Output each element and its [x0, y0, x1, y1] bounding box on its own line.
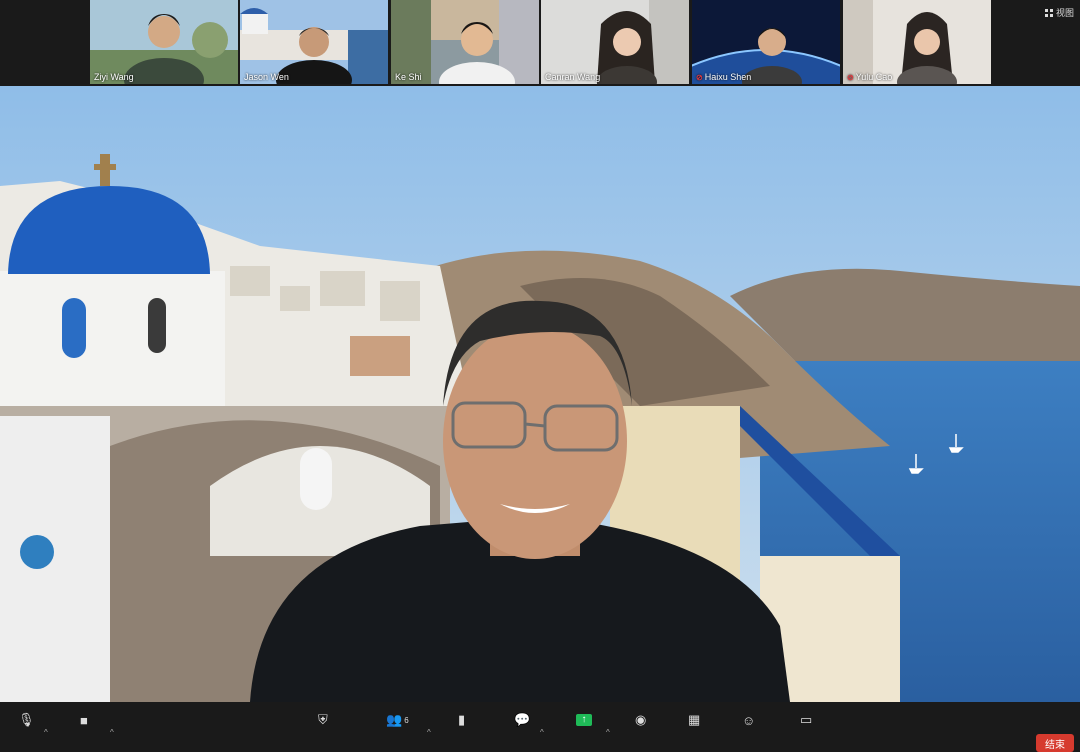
record-button[interactable]: ◉	[635, 712, 646, 742]
participant-name: Ziyi Wang	[94, 72, 134, 82]
participants-icon: 👥 6	[386, 712, 409, 727]
participant-tile[interactable]: Ziyi Wang	[90, 0, 238, 84]
participant-name: ⊘ Haixu Shen	[696, 72, 752, 82]
share-screen-icon: ↑	[576, 714, 592, 726]
chat-options-caret[interactable]: ^	[540, 728, 544, 737]
video-button[interactable]: ■	[80, 712, 88, 742]
end-meeting-button[interactable]: 结束	[1036, 734, 1074, 752]
reaction-icon: ☺	[742, 712, 756, 728]
reactions-button[interactable]: ☺	[742, 712, 755, 742]
participant-tile[interactable]: Canran Wang	[541, 0, 689, 84]
participant-tile[interactable]: Jason Wen	[240, 0, 388, 84]
breakout-rooms-button[interactable]: ▦	[688, 712, 700, 742]
polls-button[interactable]: ▮	[458, 712, 465, 742]
participants-button[interactable]: 👥 6	[386, 712, 409, 742]
mute-button[interactable]: 🎙	[18, 712, 35, 742]
shield-icon: ⛨	[318, 712, 328, 727]
mic-muted-icon: ⊘	[847, 72, 854, 82]
participant-tile[interactable]: Ke Shi	[391, 0, 539, 84]
monitor-icon: ▭	[800, 712, 813, 727]
chat-bubble-icon: 💬	[514, 712, 531, 727]
meeting-toolbar: 🎙 ^ ■ ^ ⛨ 👥 6 ^ ▮ 💬 ^ ↑ ^ ◉ ▦ ☺ ▭ 结束	[0, 702, 1080, 752]
participant-name: Jason Wen	[244, 72, 289, 82]
mic-muted-icon: ⊘	[696, 72, 703, 82]
view-button-label: 视图	[1055, 8, 1074, 18]
chat-button[interactable]: 💬	[514, 712, 530, 742]
virtual-background	[0, 86, 1080, 702]
audio-options-caret[interactable]: ^	[44, 728, 48, 737]
participant-tile[interactable]: ⊘ Haixu Shen	[692, 0, 840, 84]
view-button[interactable]: 视图	[1044, 6, 1074, 19]
bar-chart-icon: ▮	[458, 712, 466, 727]
breakout-rooms-icon: ▦	[688, 712, 701, 727]
video-options-caret[interactable]: ^	[110, 728, 114, 737]
apps-button[interactable]: ▭	[800, 712, 812, 742]
camera-icon: ■	[80, 712, 88, 728]
share-screen-button[interactable]: ↑	[576, 712, 592, 742]
participant-strip: Ziyi Wang Jason Wen Ke Shi Canran Wang ⊘…	[0, 0, 1080, 86]
participant-name: Ke Shi	[395, 72, 422, 82]
record-icon: ◉	[635, 712, 647, 727]
grid-view-icon	[1044, 8, 1053, 17]
share-options-caret[interactable]: ^	[606, 728, 610, 737]
participant-name: ⊘ Yulu Cao	[847, 72, 893, 82]
participant-name: Canran Wang	[545, 72, 601, 82]
participants-count: 6	[404, 715, 409, 725]
microphone-icon: 🎙	[18, 712, 35, 727]
security-button[interactable]: ⛨	[318, 712, 328, 742]
active-speaker-video	[0, 86, 1080, 702]
participant-tile[interactable]: ⊘ Yulu Cao	[843, 0, 991, 84]
participants-options-caret[interactable]: ^	[427, 728, 431, 737]
